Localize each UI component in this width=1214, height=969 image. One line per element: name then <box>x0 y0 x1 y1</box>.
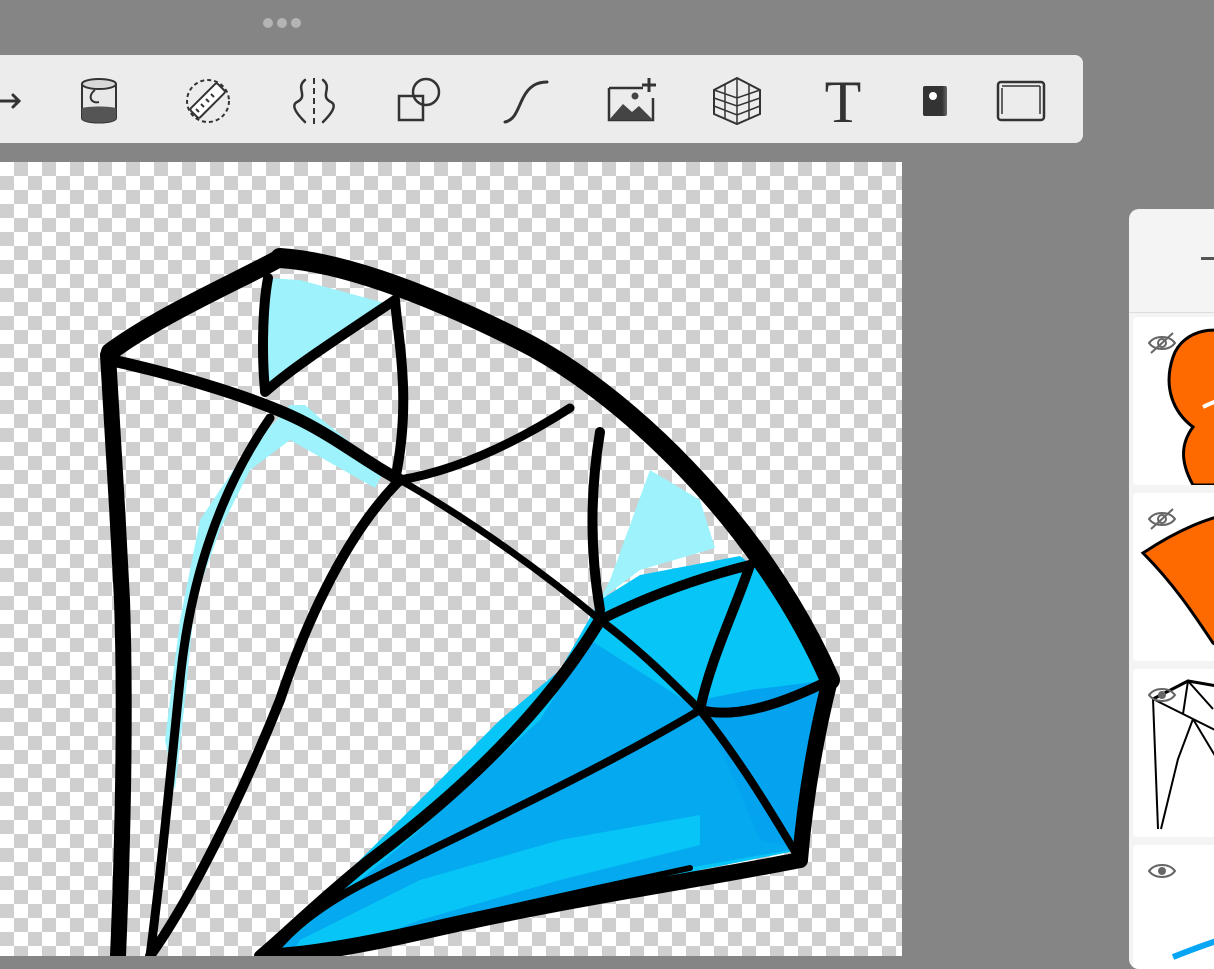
layer-item[interactable] <box>1133 493 1214 661</box>
layer-item[interactable] <box>1133 317 1214 485</box>
symmetry-icon[interactable] <box>284 73 344 129</box>
facet-left-streak <box>165 405 385 790</box>
layers-panel <box>1129 209 1214 969</box>
diamond-artwork <box>100 248 840 956</box>
paint-bucket-icon[interactable] <box>70 73 130 129</box>
tools-toolbar: T <box>0 55 1083 143</box>
layer-item[interactable] <box>1133 845 1214 969</box>
arrow-right-icon[interactable] <box>0 73 40 129</box>
eye-hidden-icon[interactable] <box>1147 331 1177 355</box>
more-options-ellipsis-icon[interactable] <box>263 18 301 28</box>
add-image-icon[interactable] <box>602 73 662 129</box>
ruler-icon[interactable] <box>178 73 238 129</box>
layers-panel-header <box>1129 209 1214 313</box>
layer-item[interactable] <box>1133 669 1214 837</box>
curve-icon[interactable] <box>496 73 556 129</box>
frame-icon[interactable] <box>991 73 1051 129</box>
toolbar-scroll-fade <box>942 55 960 143</box>
minus-icon[interactable] <box>1201 257 1214 260</box>
eye-icon[interactable] <box>1147 683 1177 707</box>
drawing-canvas[interactable] <box>0 162 902 956</box>
perspective-grid-icon[interactable] <box>707 73 767 129</box>
text-icon[interactable]: T <box>813 69 873 135</box>
eye-hidden-icon[interactable] <box>1147 507 1177 531</box>
eye-icon[interactable] <box>1147 859 1177 883</box>
shapes-icon[interactable] <box>390 73 450 129</box>
text-tool-label: T <box>825 69 862 135</box>
